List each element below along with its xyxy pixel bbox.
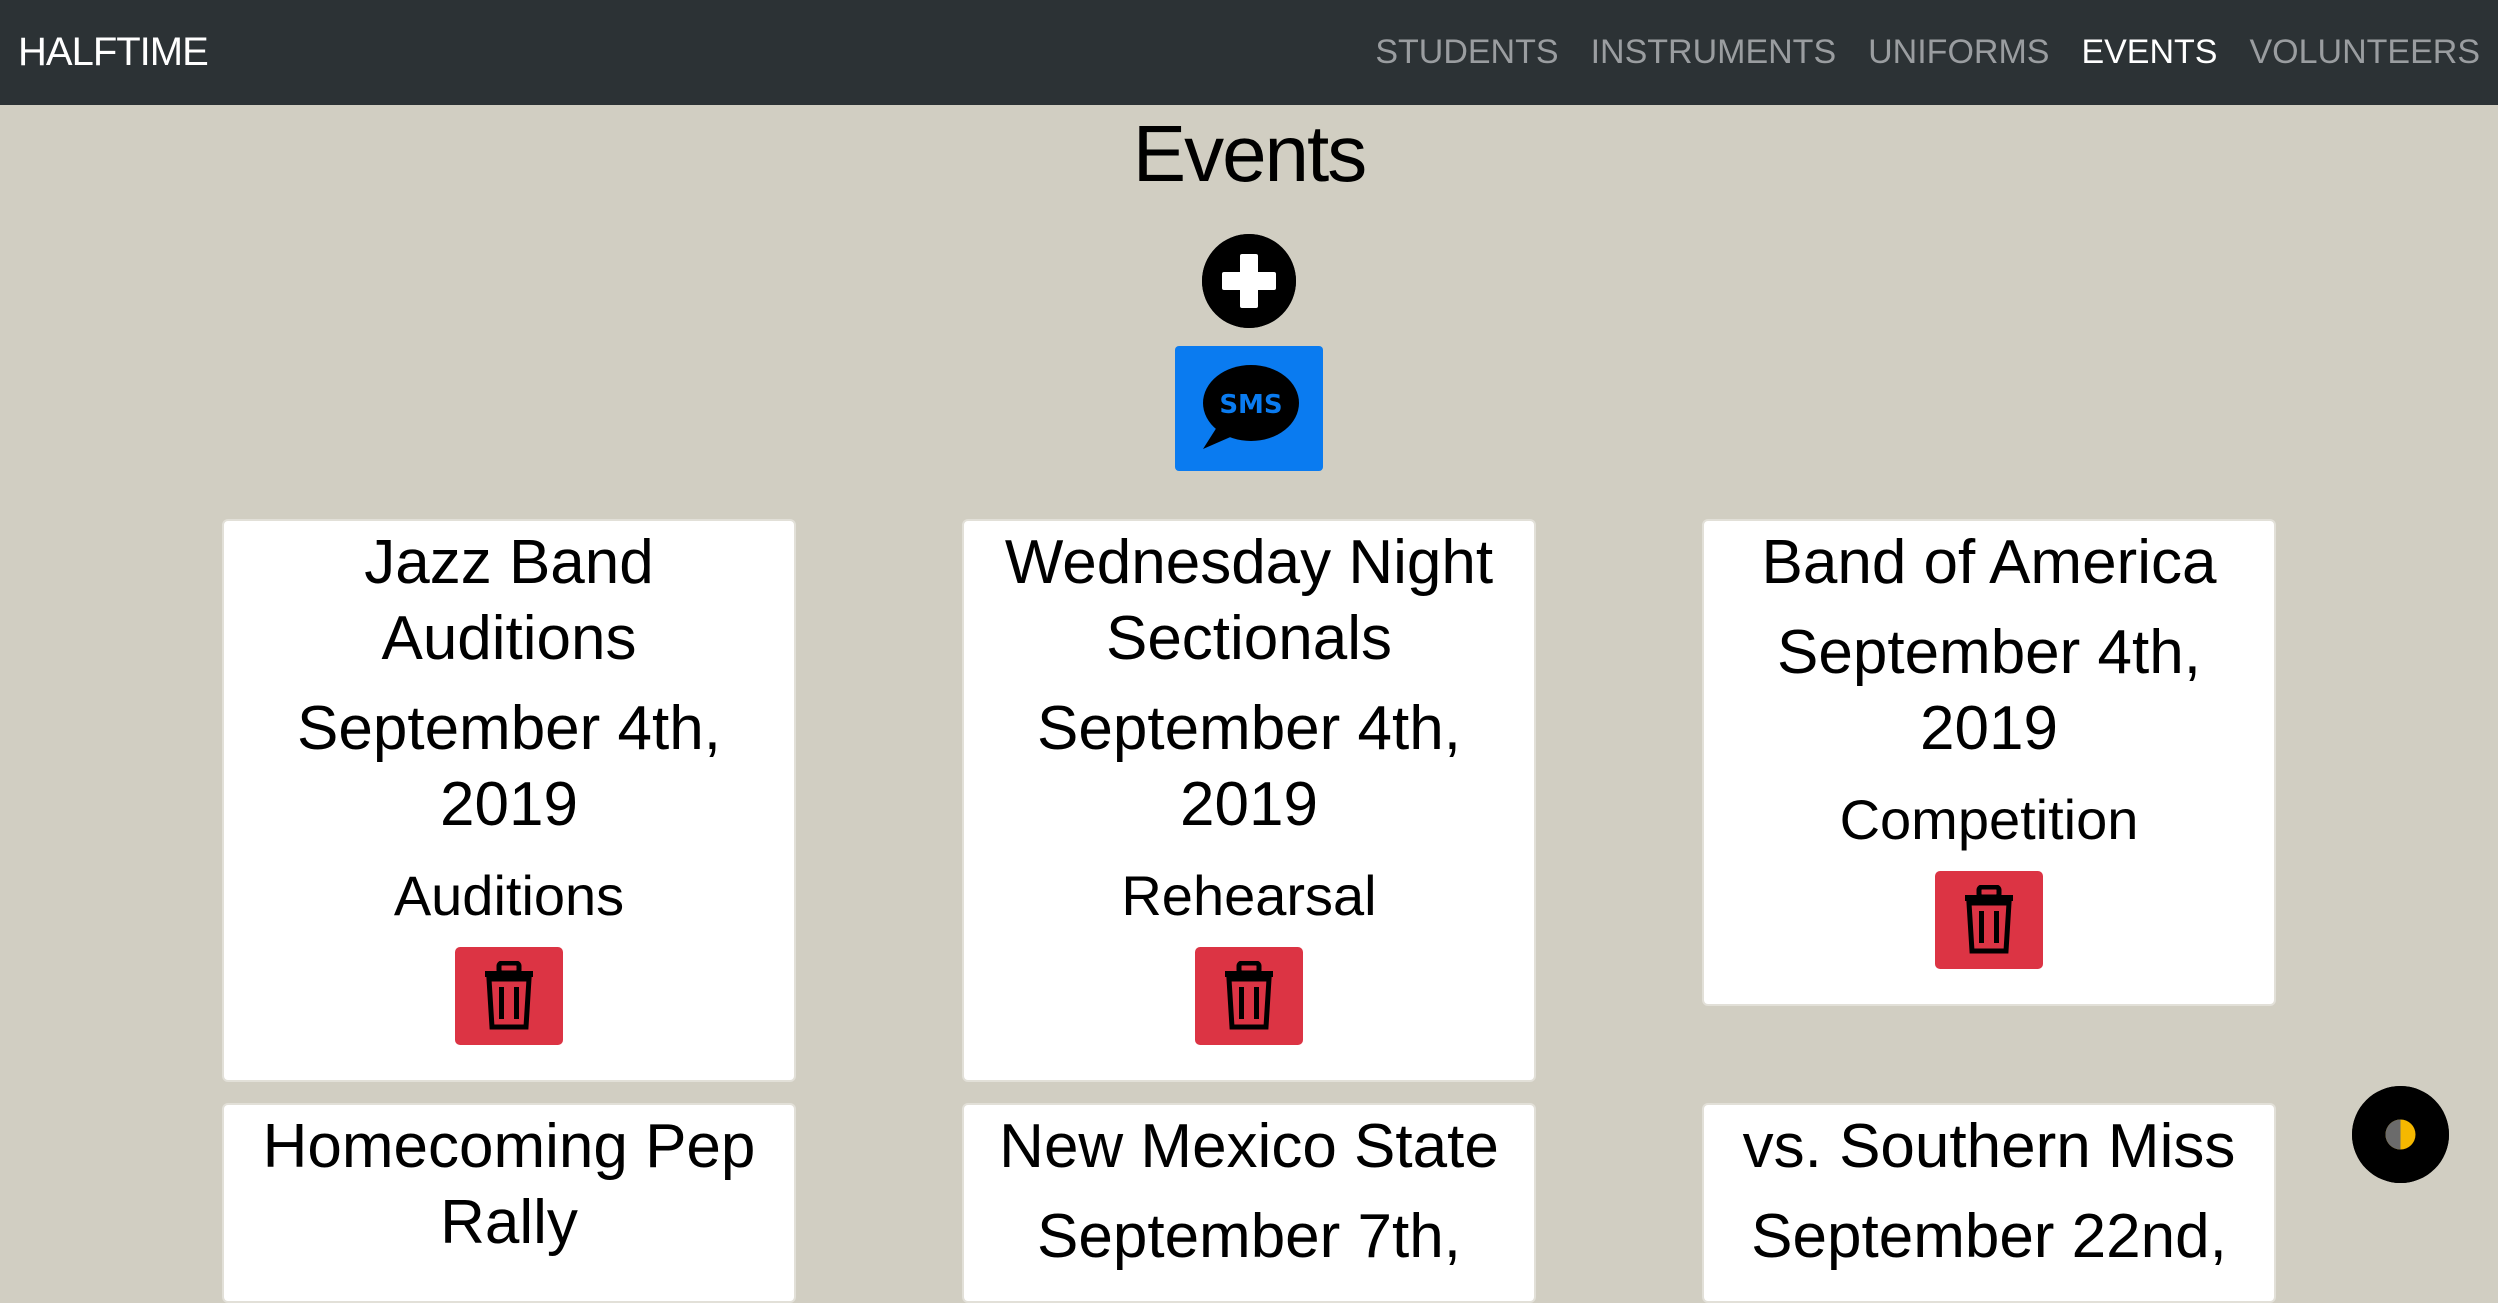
nav-link-events[interactable]: EVENTS [2081,33,2217,72]
event-card: Jazz Band Auditions September 4th, 2019 … [222,519,796,1082]
theme-toggle-button[interactable] [2352,1086,2449,1183]
event-type: Rehearsal [1121,864,1377,927]
event-title: Band of America [1761,528,2217,597]
event-date: September 4th, 2019 [297,694,721,839]
nav-link-instruments[interactable]: INSTRUMENTS [1591,33,1837,72]
delete-event-button[interactable] [1195,947,1303,1045]
add-event-button[interactable] [1202,234,1296,328]
event-date: September 7th, [1037,1202,1461,1271]
delete-event-button[interactable] [455,947,563,1045]
event-card: Band of America September 4th, 2019 Comp… [1702,519,2276,1006]
navbar: HALFTIME STUDENTS INSTRUMENTS UNIFORMS E… [0,0,2498,105]
nav-link-uniforms[interactable]: UNIFORMS [1868,33,2049,72]
event-date: September 4th, 2019 [1777,618,2201,763]
event-card: New Mexico State September 7th, [962,1103,1536,1303]
page-title: Events [1132,109,1368,198]
event-title: New Mexico State [999,1112,1499,1181]
sms-bubble-icon: SMS [1203,364,1299,449]
event-title: Jazz Band Auditions [364,528,654,673]
event-date: September 4th, 2019 [1037,694,1461,839]
trash-icon [485,961,533,1030]
half-moon-icon [2352,1086,2449,1183]
event-type: Competition [1839,788,2139,851]
delete-event-button[interactable] [1935,871,2043,969]
event-date: September 22nd, [1751,1202,2227,1271]
nav-link-students[interactable]: STUDENTS [1375,33,1558,72]
plus-circle-icon [1202,234,1296,328]
event-title: Wednesday Night Sectionals [1004,528,1494,673]
event-title: vs. Southern Miss [1742,1112,2236,1181]
brand-logo[interactable]: HALFTIME [18,30,209,75]
trash-icon [1965,885,2013,954]
nav-link-volunteers[interactable]: VOLUNTEERS [2250,33,2481,72]
event-type: Auditions [393,864,625,927]
sms-label: SMS [1219,390,1282,420]
event-card: Homecoming Pep Rally [222,1103,796,1303]
event-card: Wednesday Night Sectionals September 4th… [962,519,1536,1082]
trash-icon [1225,961,1273,1030]
nav-links: STUDENTS INSTRUMENTS UNIFORMS EVENTS VOL… [1375,33,2480,72]
send-sms-button[interactable]: SMS [1175,346,1323,471]
event-title: Homecoming Pep Rally [262,1112,756,1257]
event-card: vs. Southern Miss September 22nd, [1702,1103,2276,1303]
